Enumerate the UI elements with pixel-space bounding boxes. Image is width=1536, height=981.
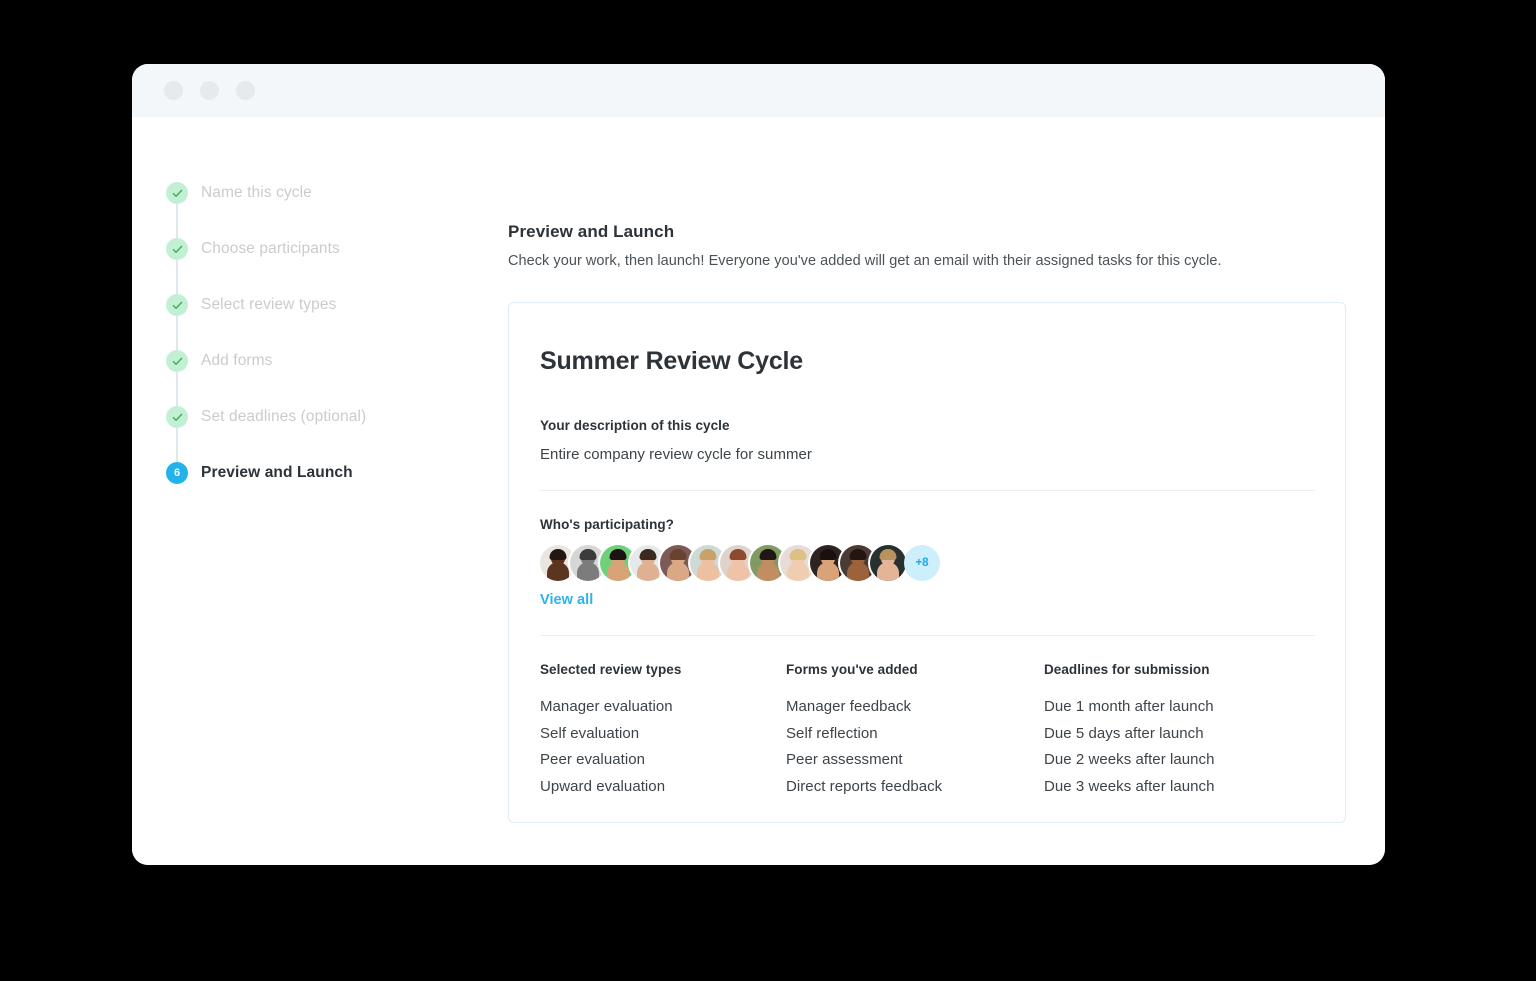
wizard-stepper: Name this cycle Choose participants Sele… <box>166 165 496 501</box>
sidebar-item-select-review-types[interactable]: Select review types <box>166 277 496 333</box>
step-2-badge <box>166 238 188 260</box>
sidebar-item-label: Name this cycle <box>201 184 312 201</box>
list-item: Due 2 weeks after launch <box>1044 751 1215 768</box>
avatar-hair <box>549 549 567 560</box>
step-5-badge <box>166 406 188 428</box>
avatar-hair <box>819 549 837 560</box>
description-value: Entire company review cycle for summer <box>540 446 812 463</box>
sidebar-item-label: Add forms <box>201 352 273 369</box>
stepper-connector-line <box>176 193 178 473</box>
page-subtitle: Check your work, then launch! Everyone y… <box>508 253 1222 269</box>
avatar[interactable] <box>870 545 906 581</box>
list-item: Due 5 days after launch <box>1044 724 1204 742</box>
check-icon <box>172 189 182 197</box>
list-item: Self evaluation <box>540 724 640 742</box>
screenshot-stage: Name this cycle Choose participants Sele… <box>0 0 1536 981</box>
participant-avatar-group[interactable]: +8 <box>540 545 1315 581</box>
avatar-hair <box>609 549 627 560</box>
minimize-icon[interactable] <box>200 81 219 100</box>
step-1-badge <box>166 182 188 204</box>
page-title: Preview and Launch <box>508 222 675 241</box>
list-item: Manager evaluation <box>540 698 673 715</box>
window-content: Name this cycle Choose participants Sele… <box>132 117 1385 865</box>
participants-label: Who's participating? <box>540 517 674 532</box>
column-header: Selected review types <box>540 662 682 677</box>
list-item: Self reflection <box>786 724 878 742</box>
sidebar-item-set-deadlines[interactable]: Set deadlines (optional) <box>166 389 496 445</box>
check-icon <box>172 245 182 253</box>
check-icon <box>172 357 182 365</box>
list-item: Peer assessment <box>786 751 903 768</box>
maximize-icon[interactable] <box>236 81 255 100</box>
sidebar-item-label: Preview and Launch <box>201 464 353 481</box>
sidebar-item-add-forms[interactable]: Add forms <box>166 333 496 389</box>
sidebar-item-preview-and-launch[interactable]: 6 Preview and Launch <box>166 445 496 501</box>
description-label: Your description of this cycle <box>540 418 730 433</box>
list-item: Due 1 month after launch <box>1044 698 1214 715</box>
list-item: Peer evaluation <box>540 751 645 768</box>
sidebar-item-choose-participants[interactable]: Choose participants <box>166 221 496 277</box>
sidebar-item-label: Choose participants <box>201 240 340 257</box>
avatar-hair <box>789 549 807 560</box>
avatar-overflow-badge[interactable]: +8 <box>904 545 940 581</box>
avatar-hair <box>849 549 867 560</box>
participants-section: Who's participating? +8 View all <box>540 491 1315 608</box>
view-all-link[interactable]: View all <box>540 592 1315 608</box>
check-icon <box>172 301 182 309</box>
summary-columns: Selected review types Manager evaluation… <box>540 636 1315 800</box>
sidebar-item-label: Select review types <box>201 296 337 313</box>
avatar-hair <box>579 549 597 560</box>
sidebar-item-name-this-cycle[interactable]: Name this cycle <box>166 165 496 221</box>
cycle-title: Summer Review Cycle <box>540 347 803 375</box>
close-icon[interactable] <box>164 81 183 100</box>
avatar-hair <box>879 549 897 560</box>
list-item: Upward evaluation <box>540 777 666 795</box>
avatar-hair <box>639 549 657 560</box>
column-deadlines: Deadlines for submission Due 1 month aft… <box>1044 662 1304 800</box>
avatar-hair <box>699 549 717 560</box>
browser-window: Name this cycle Choose participants Sele… <box>132 64 1385 865</box>
avatar-hair <box>729 549 747 560</box>
column-forms: Forms you've added Manager feedback Self… <box>786 662 1044 800</box>
column-header: Forms you've added <box>786 662 918 677</box>
column-review-types: Selected review types Manager evaluation… <box>540 662 786 800</box>
step-4-badge <box>166 350 188 372</box>
list-item: Due 3 weeks after launch <box>1044 777 1215 795</box>
sidebar-item-label: Set deadlines (optional) <box>201 408 367 425</box>
window-titlebar <box>132 64 1385 117</box>
avatar-hair <box>759 549 777 560</box>
step-3-badge <box>166 294 188 316</box>
list-item: Manager feedback <box>786 698 912 715</box>
check-icon <box>172 413 182 421</box>
review-cycle-summary-card: Summer Review Cycle Your description of … <box>508 302 1346 823</box>
column-header: Deadlines for submission <box>1044 662 1210 677</box>
list-item: Direct reports feedback <box>786 777 943 795</box>
step-6-badge: 6 <box>166 462 188 484</box>
avatar-hair <box>669 549 687 560</box>
